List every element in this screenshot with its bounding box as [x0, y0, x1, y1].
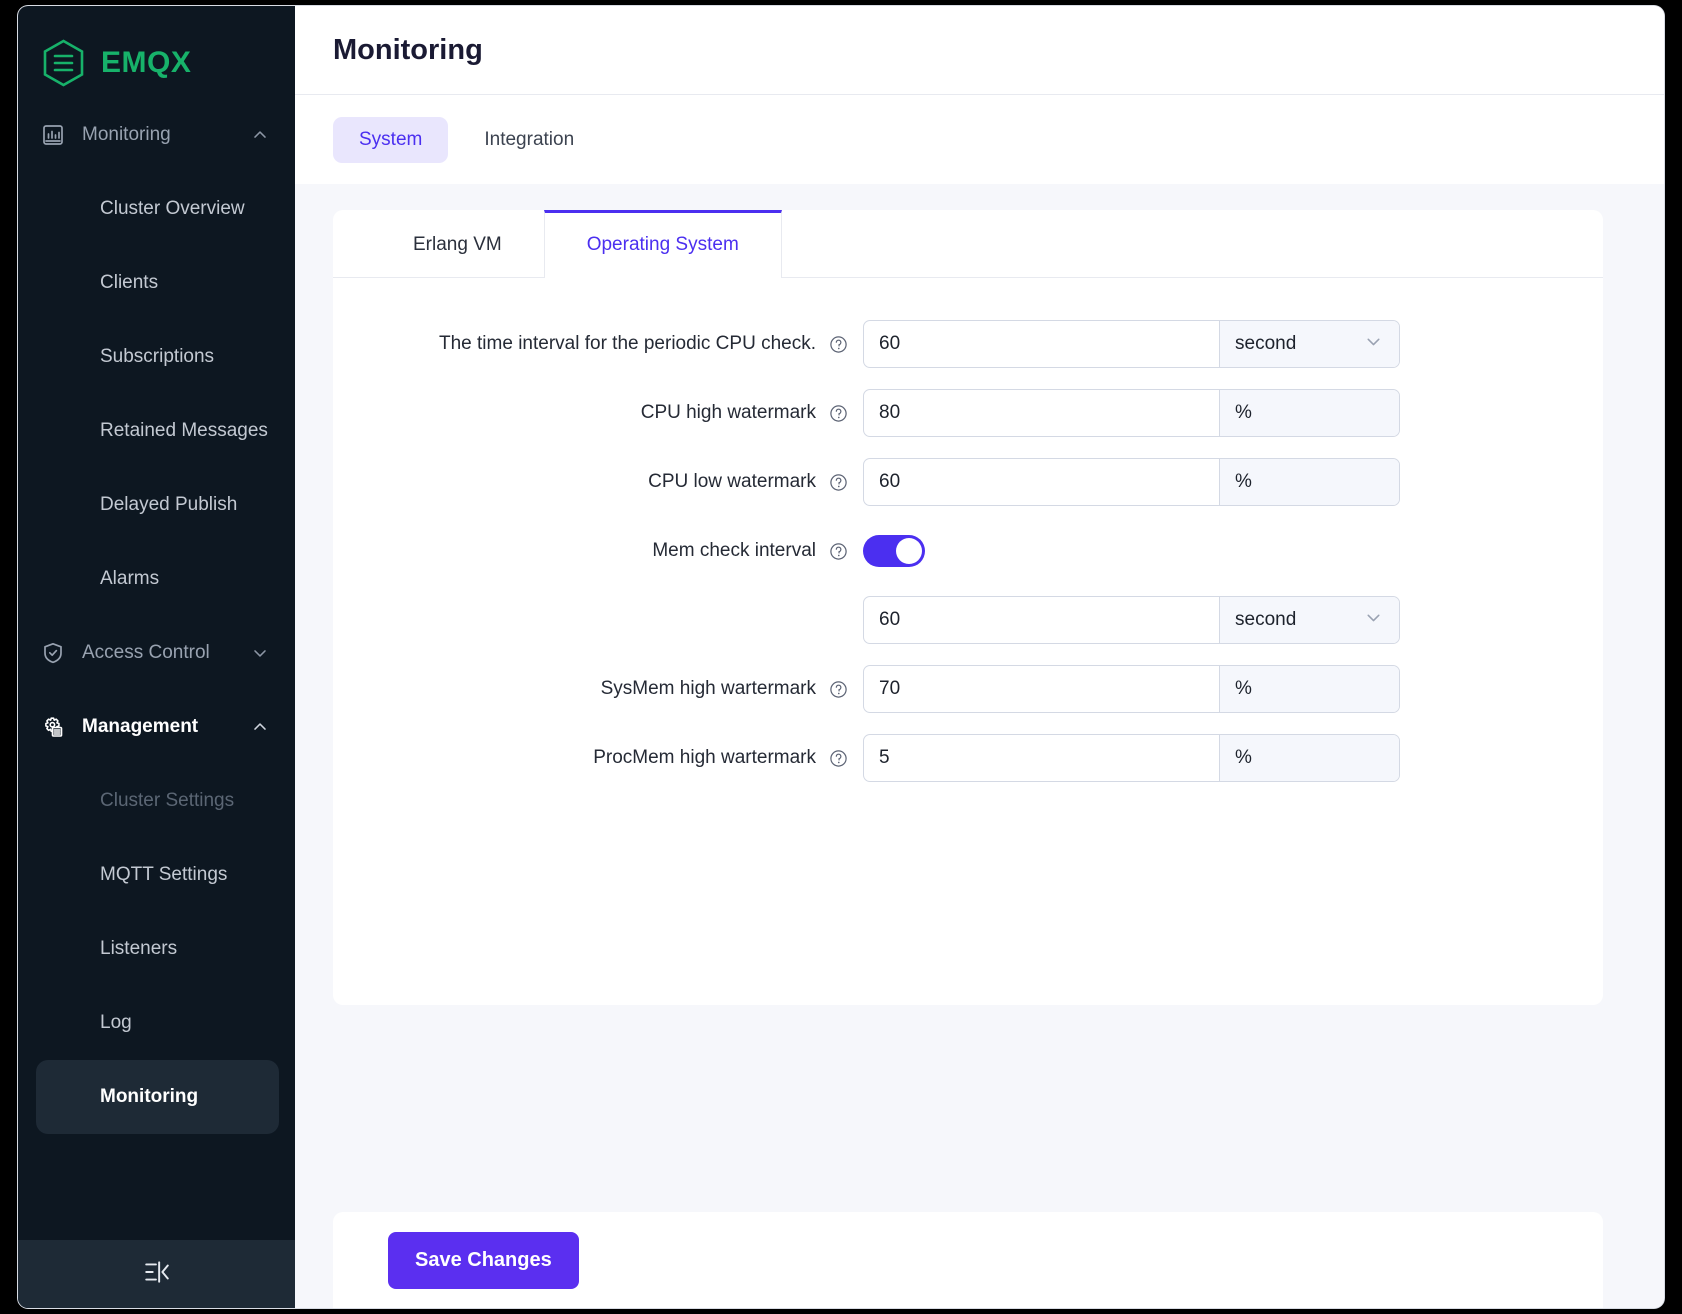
question-circle-icon[interactable] [829, 473, 848, 492]
question-circle-icon[interactable] [829, 749, 848, 768]
sidebar-item-log[interactable]: Log [18, 986, 295, 1060]
sidebar-item-listeners[interactable]: Listeners [18, 912, 295, 986]
sidebar-nav: Monitoring Cluster Overview Clients Subs… [18, 98, 295, 1240]
brand-logo[interactable]: EMQX [18, 6, 295, 98]
form-row-procmem-high-watermark: ProcMem high wartermark 5 % [333, 730, 1603, 786]
tab-system[interactable]: System [333, 116, 449, 163]
mem-check-interval-toggle[interactable] [863, 535, 925, 567]
field-label: CPU low watermark [333, 471, 863, 493]
sidebar-group-monitoring[interactable]: Monitoring [18, 98, 295, 172]
sidebar-item-clients[interactable]: Clients [18, 246, 295, 320]
form-row-cpu-check-interval: The time interval for the periodic CPU c… [333, 316, 1603, 372]
field-label: The time interval for the periodic CPU c… [333, 333, 863, 355]
cpu-high-watermark-unit: % [1219, 390, 1399, 436]
collapse-sidebar-icon [143, 1258, 171, 1291]
sysmem-high-watermark-unit: % [1219, 666, 1399, 712]
sidebar-item-mqtt-settings[interactable]: MQTT Settings [18, 838, 295, 912]
form-row-cpu-high-watermark: CPU high watermark 80 % [333, 385, 1603, 441]
sysmem-high-watermark-control: % [863, 665, 1400, 713]
settings-card: Erlang VM Operating System The time inte… [333, 210, 1603, 1005]
mem-check-interval-input[interactable] [864, 597, 1219, 643]
form-row-mem-check-interval: Mem check interval [333, 523, 1603, 579]
os-settings-form: The time interval for the periodic CPU c… [333, 278, 1603, 786]
field-label: ProcMem high wartermark [333, 747, 863, 769]
label-text: SysMem high wartermark [600, 678, 816, 699]
page-header: Monitoring [295, 6, 1664, 95]
sidebar-collapse-button[interactable] [18, 1240, 295, 1308]
tab-erlang-vm[interactable]: Erlang VM [371, 210, 544, 277]
label-text: CPU low watermark [648, 471, 816, 492]
brand-name: EMQX [101, 46, 192, 79]
cpu-check-interval-unit-select[interactable]: second [1219, 321, 1399, 367]
field-label: Mem check interval [333, 540, 863, 562]
sidebar-item-cluster-settings[interactable]: Cluster Settings [18, 764, 295, 838]
question-circle-icon[interactable] [829, 404, 848, 423]
inner-tabbar: Erlang VM Operating System [333, 210, 1603, 278]
sidebar-group-label: Access Control [82, 642, 210, 663]
app-window: EMQX Monitoring Cluster Overview Clients… [18, 6, 1664, 1308]
emqx-hexagon-logo [41, 39, 86, 87]
sidebar-item-delayed-publish[interactable]: Delayed Publish [18, 468, 295, 542]
sidebar-group-management[interactable]: Management [18, 690, 295, 764]
unit-label: second [1235, 609, 1297, 630]
shield-check-icon [40, 640, 66, 666]
cpu-check-interval-input[interactable] [864, 321, 1219, 367]
field-label: SysMem high wartermark [333, 678, 863, 700]
question-circle-icon[interactable] [829, 542, 848, 561]
chevron-down-icon [1363, 331, 1384, 358]
page-title: Monitoring [333, 33, 483, 66]
sidebar-item-retained-messages[interactable]: Retained Messages [18, 394, 295, 468]
sidebar-group-label: Monitoring [82, 124, 171, 145]
save-changes-button[interactable]: Save Changes [388, 1231, 579, 1289]
question-circle-icon[interactable] [829, 680, 848, 699]
field-label: CPU high watermark [333, 402, 863, 424]
label-text: The time interval for the periodic CPU c… [439, 333, 816, 354]
cpu-low-watermark-input[interactable] [864, 459, 1219, 505]
sidebar-item-monitoring[interactable]: Monitoring [36, 1060, 279, 1134]
cpu-check-interval-control: second [863, 320, 1400, 368]
form-row-cpu-low-watermark: CPU low watermark 60 % [333, 454, 1603, 510]
chevron-up-icon[interactable] [247, 122, 273, 148]
sysmem-high-watermark-input[interactable] [864, 666, 1219, 712]
main-content: Monitoring System Integration Erlang VM … [295, 6, 1664, 1308]
sidebar-item-subscriptions[interactable]: Subscriptions [18, 320, 295, 394]
question-circle-icon[interactable] [829, 335, 848, 354]
tab-integration[interactable]: Integration [458, 117, 600, 163]
label-text: Mem check interval [652, 540, 816, 561]
cpu-high-watermark-control: % [863, 389, 1400, 437]
unit-label: % [1235, 678, 1252, 699]
procmem-high-watermark-input[interactable] [864, 735, 1219, 781]
sidebar-group-label: Management [82, 716, 199, 737]
mem-check-interval-unit-select[interactable]: second [1219, 597, 1399, 643]
chevron-down-icon[interactable] [247, 640, 273, 666]
chevron-up-icon[interactable] [247, 714, 273, 740]
cpu-high-watermark-input[interactable] [864, 390, 1219, 436]
form-action-bar: Save Changes [333, 1212, 1603, 1308]
unit-label: % [1235, 747, 1252, 768]
unit-label: second [1235, 333, 1297, 354]
label-text: CPU high watermark [640, 402, 816, 423]
sidebar: EMQX Monitoring Cluster Overview Clients… [18, 6, 295, 1308]
form-row-sysmem-high-watermark: SysMem high wartermark 70 % [333, 661, 1603, 717]
chart-bar-icon [40, 122, 66, 148]
procmem-high-watermark-control: % [863, 734, 1400, 782]
label-text: ProcMem high wartermark [593, 747, 816, 768]
sidebar-group-access-control[interactable]: Access Control [18, 616, 295, 690]
sidebar-item-cluster-overview[interactable]: Cluster Overview [18, 172, 295, 246]
page-tabbar: System Integration [295, 95, 1664, 184]
gear-document-icon [40, 714, 66, 740]
unit-label: % [1235, 402, 1252, 423]
unit-label: % [1235, 471, 1252, 492]
tab-operating-system[interactable]: Operating System [543, 210, 782, 278]
cpu-low-watermark-control: % [863, 458, 1400, 506]
toggle-knob [896, 538, 922, 564]
procmem-high-watermark-unit: % [1219, 735, 1399, 781]
cpu-low-watermark-unit: % [1219, 459, 1399, 505]
content-scroll-area: Erlang VM Operating System The time inte… [295, 184, 1664, 1308]
form-row-mem-check-interval-value: . second [333, 592, 1603, 648]
mem-check-interval-control: second [863, 596, 1400, 644]
chevron-down-icon [1363, 607, 1384, 634]
sidebar-item-alarms[interactable]: Alarms [18, 542, 295, 616]
